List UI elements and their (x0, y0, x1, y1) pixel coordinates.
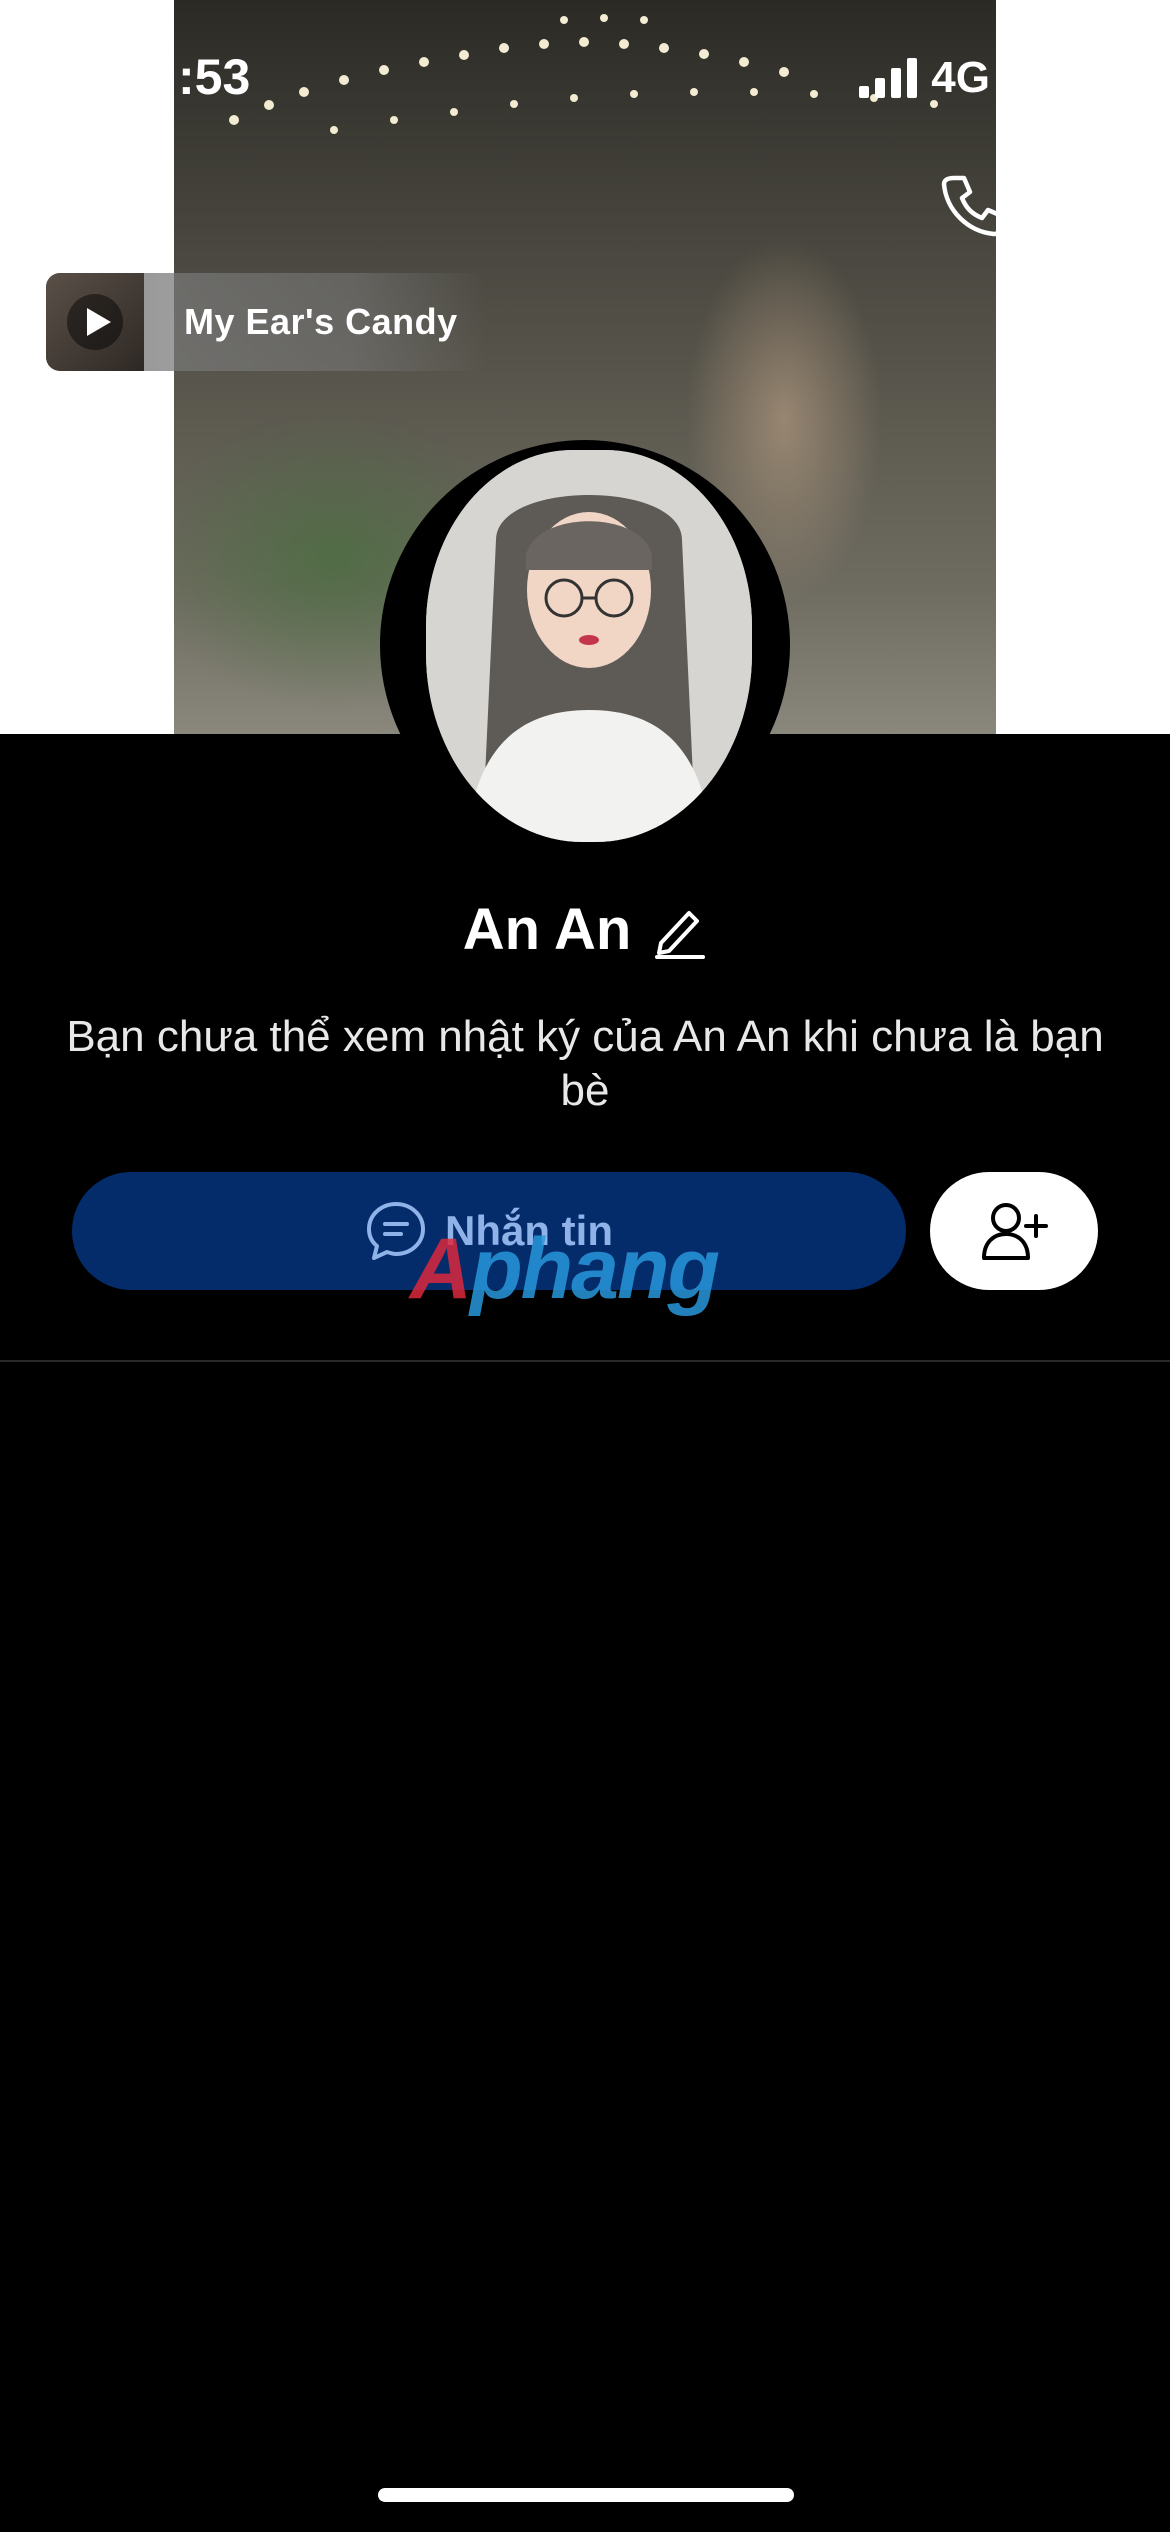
more-dots-icon[interactable] (1070, 190, 1142, 220)
chevron-left-icon[interactable] (38, 176, 86, 236)
watermark-logo: Aphang (410, 1220, 720, 1319)
watermark-logo-part-a: A (410, 1221, 472, 1317)
profile-music-player[interactable]: My Ear's Candy (46, 273, 486, 371)
phone-icon[interactable] (940, 172, 1006, 238)
add-friend-button[interactable] (930, 1172, 1098, 1290)
avatar-illustration (426, 450, 752, 842)
pencil-icon[interactable] (653, 901, 707, 959)
signal-icon (859, 58, 918, 98)
music-thumbnail[interactable] (46, 273, 144, 371)
status-indicators: 4G (859, 48, 990, 108)
profile-description: Bạn chưa thể xem nhật ký của An An khi c… (66, 1012, 1104, 1115)
avatar[interactable] (426, 450, 752, 842)
music-title: My Ear's Candy (184, 301, 458, 342)
watermark-logo-part-b: phang (470, 1221, 720, 1317)
section-divider (0, 1360, 1170, 1362)
network-type: 4G (931, 53, 990, 102)
add-user-icon (982, 1203, 1048, 1260)
status-time: :53 (178, 49, 251, 105)
home-indicator[interactable] (378, 2488, 794, 2502)
profile-name-row: An An (0, 896, 1170, 963)
play-icon[interactable] (65, 292, 125, 352)
profile-name: An An (462, 897, 632, 962)
